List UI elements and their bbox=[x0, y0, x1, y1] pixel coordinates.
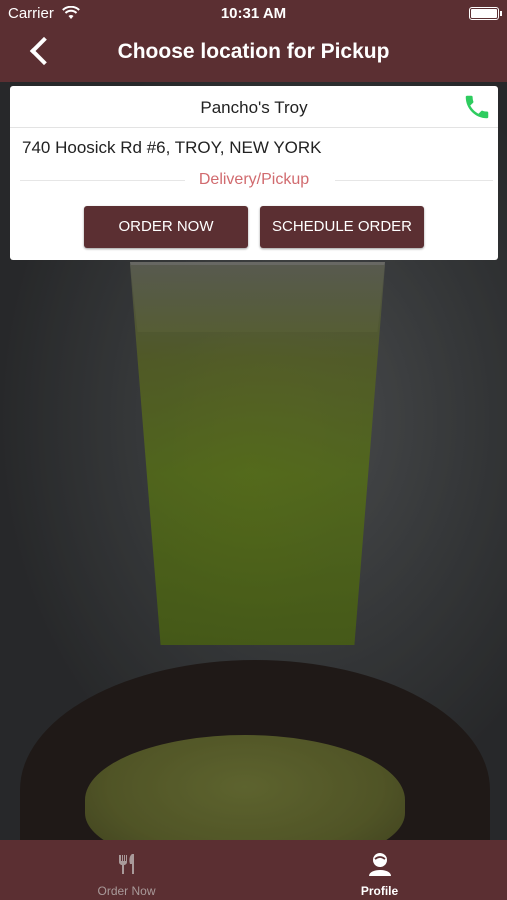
location-name: Pancho's Troy bbox=[200, 98, 308, 117]
location-address: 740 Hoosick Rd #6, TROY, NEW YORK bbox=[22, 138, 322, 157]
card-divider bbox=[10, 127, 498, 128]
tab-profile[interactable]: Profile bbox=[253, 840, 506, 900]
tab-order-now-label: Order Now bbox=[97, 884, 156, 898]
page-title: Choose location for Pickup bbox=[117, 40, 390, 63]
phone-icon[interactable] bbox=[462, 92, 492, 122]
status-bar: Carrier 10:31 AM bbox=[0, 5, 507, 25]
profile-icon bbox=[368, 853, 391, 876]
nav-header: Carrier 10:31 AM Choose location for Pic… bbox=[0, 0, 507, 82]
service-type-label: Delivery/Pickup bbox=[198, 171, 310, 188]
battery-icon bbox=[469, 7, 502, 20]
fork-knife-icon bbox=[118, 854, 134, 874]
status-time: 10:31 AM bbox=[220, 5, 287, 22]
schedule-order-button[interactable]: SCHEDULE ORDER bbox=[260, 206, 424, 248]
tab-bar: Order Now Profile bbox=[0, 840, 507, 900]
order-now-button[interactable]: ORDER NOW bbox=[84, 206, 248, 248]
tab-order-now[interactable]: Order Now bbox=[0, 840, 253, 900]
location-card: Pancho's Troy 740 Hoosick Rd #6, TROY, N… bbox=[10, 86, 498, 260]
tab-profile-label: Profile bbox=[360, 884, 399, 898]
